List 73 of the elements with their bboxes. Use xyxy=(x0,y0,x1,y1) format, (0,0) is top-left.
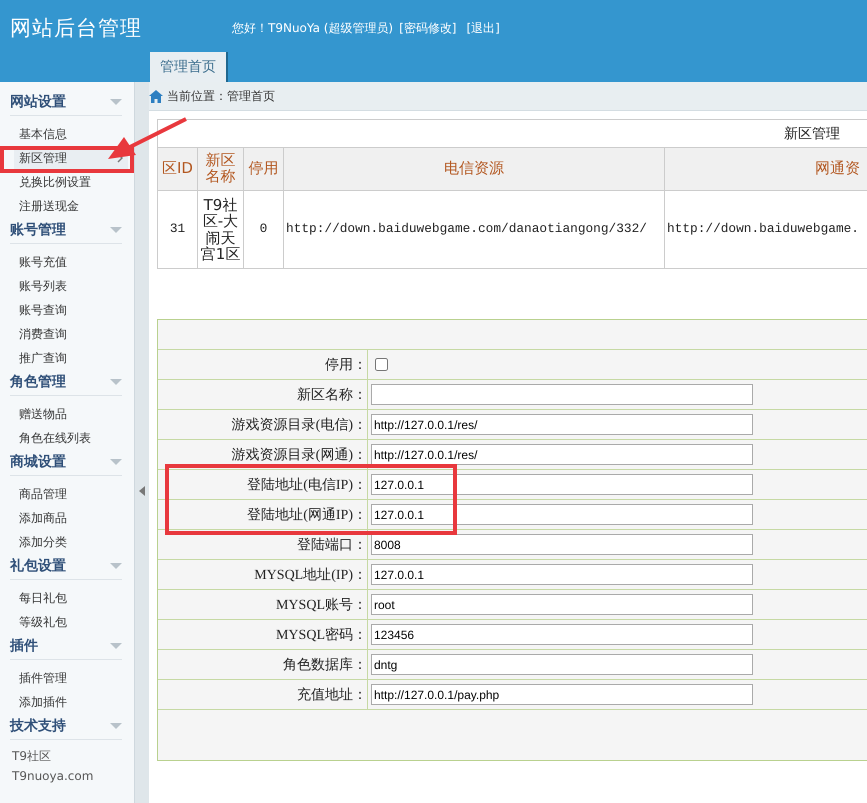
menu-item[interactable]: 插件管理 xyxy=(14,666,128,690)
menu-item[interactable]: 账号查询 xyxy=(14,298,128,322)
input-field[interactable]: 123456 xyxy=(371,624,753,645)
greeting-text: 您好！T9NuoYa (超级管理员) xyxy=(232,20,394,36)
menu-item[interactable]: 商品管理 xyxy=(14,482,128,506)
collapse-triangle-icon[interactable] xyxy=(110,98,122,106)
collapse-triangle-icon[interactable] xyxy=(110,642,122,650)
menu-item[interactable]: 基本信息 xyxy=(14,122,128,146)
menu-item[interactable]: 添加插件 xyxy=(14,690,128,714)
menu-item[interactable]: 赠送物品 xyxy=(14,402,128,426)
input-field[interactable]: 127.0.0.1 xyxy=(371,564,753,585)
field-label: 登陆地址(电信IP)： xyxy=(247,476,367,494)
field-label: MYSQL地址(IP)： xyxy=(254,566,367,584)
field-label: 充值地址： xyxy=(297,686,367,704)
collapse-arrow-icon[interactable] xyxy=(139,486,145,496)
menu-item[interactable]: 推广查询 xyxy=(14,346,128,370)
table-caption: 新区管理 xyxy=(158,120,867,148)
home-icon[interactable] xyxy=(149,90,163,102)
table-cell: http://down.baiduwebgame.com/danaotiangong/332/ xyxy=(284,190,664,268)
column-header: 区ID xyxy=(158,148,198,190)
collapse-triangle-icon[interactable] xyxy=(110,722,122,730)
table-cell: T9社区-大闹天宫1区 xyxy=(198,190,244,268)
input-field[interactable] xyxy=(371,384,753,405)
field-label: MYSQL账号： xyxy=(276,596,367,614)
collapse-triangle-icon[interactable] xyxy=(110,458,122,466)
menu-item[interactable]: 兑换比例设置 xyxy=(14,170,128,194)
checkbox[interactable] xyxy=(375,358,388,371)
menu-item[interactable]: 账号充值 xyxy=(14,250,128,274)
column-header: 网通资 xyxy=(664,148,867,190)
menu-item[interactable]: 添加分类 xyxy=(14,530,128,554)
group-heading[interactable]: 账号管理 xyxy=(10,221,66,239)
input-field[interactable]: http://127.0.0.1/res/ xyxy=(371,414,753,435)
field-label: 新区名称： xyxy=(297,386,367,404)
group-heading[interactable]: 技术支持 xyxy=(10,717,66,735)
group-heading[interactable]: 礼包设置 xyxy=(10,557,66,575)
field-label: 登陆端口： xyxy=(297,536,367,554)
column-header: 新区名称 xyxy=(198,148,244,190)
field-label: 停用： xyxy=(325,356,367,374)
menu-item[interactable]: 添加商品 xyxy=(14,506,128,530)
column-header: 停用 xyxy=(244,148,284,190)
tab[interactable]: 管理首页 xyxy=(150,52,226,82)
menu-item[interactable]: 账号列表 xyxy=(14,274,128,298)
input-field[interactable]: http://127.0.0.1/pay.php xyxy=(371,684,753,705)
field-label: 登陆地址(网通IP)： xyxy=(247,506,367,524)
group-heading[interactable]: 角色管理 xyxy=(10,373,66,391)
input-field[interactable]: 127.0.0.1 xyxy=(371,474,753,495)
menu-item[interactable]: 注册送现金 xyxy=(14,194,128,218)
input-field[interactable]: 127.0.0.1 xyxy=(371,504,753,525)
input-field[interactable]: root xyxy=(371,594,753,615)
input-field[interactable]: 8008 xyxy=(371,534,753,555)
collapse-triangle-icon[interactable] xyxy=(110,378,122,386)
field-label: 游戏资源目录(电信)： xyxy=(232,416,367,434)
field-label: MYSQL密码： xyxy=(276,626,367,644)
table-cell: 0 xyxy=(244,190,284,268)
group-heading[interactable]: 插件 xyxy=(10,637,38,655)
group-heading[interactable]: 网站设置 xyxy=(10,93,66,111)
field-label: 游戏资源目录(网通)： xyxy=(232,446,367,464)
info-text: T9社区 xyxy=(12,748,52,765)
collapse-triangle-icon[interactable] xyxy=(110,226,122,234)
column-header: 电信资源 xyxy=(284,148,664,190)
info-text: T9nuoya.com xyxy=(12,768,94,785)
input-field[interactable]: http://127.0.0.1/res/ xyxy=(371,444,753,465)
table-cell: 31 xyxy=(158,190,198,268)
input-field[interactable]: dntg xyxy=(371,654,753,675)
menu-item[interactable]: 消费查询 xyxy=(14,322,128,346)
collapse-triangle-icon[interactable] xyxy=(110,562,122,570)
field-label: 角色数据库： xyxy=(283,656,367,674)
breadcrumb-text: 当前位置：管理首页 xyxy=(167,88,275,104)
menu-item[interactable]: 每日礼包 xyxy=(14,586,128,610)
menu-item[interactable]: 角色在线列表 xyxy=(14,426,128,450)
site-title: 网站后台管理 xyxy=(10,15,142,42)
group-heading[interactable]: 商城设置 xyxy=(10,453,66,471)
menu-item[interactable]: 等级礼包 xyxy=(14,610,128,634)
